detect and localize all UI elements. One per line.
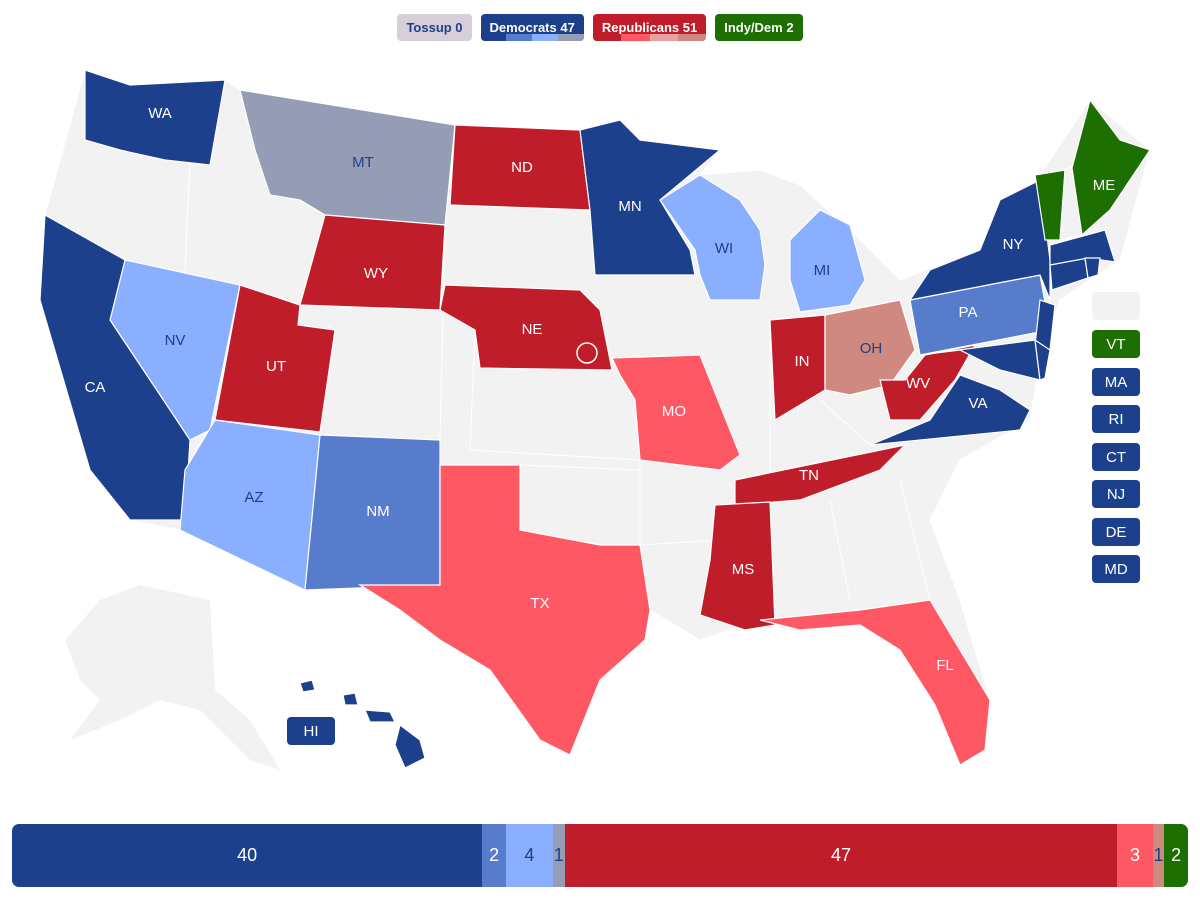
state-az[interactable] xyxy=(179,419,321,591)
state-ri[interactable] xyxy=(1084,257,1101,279)
us-map: WA MT ND MN WI MI WY NE NV CA UT AZ NM T… xyxy=(39,69,1151,770)
box-ct[interactable]: CT xyxy=(1092,443,1140,471)
seat-segment-likely_d: 2 xyxy=(482,824,506,887)
box-nj[interactable]: NJ xyxy=(1092,480,1140,508)
seat-segment-likely_r: 3 xyxy=(1117,824,1153,887)
box-de[interactable]: DE xyxy=(1092,518,1140,546)
nh-box[interactable] xyxy=(1092,292,1140,320)
seat-segment-safe_d: 40 xyxy=(12,824,483,887)
seat-segment-safe_r: 47 xyxy=(564,824,1118,887)
alaska-base xyxy=(65,585,280,770)
state-wy[interactable] xyxy=(299,214,446,311)
seat-segment-lean_d: 4 xyxy=(505,824,553,887)
state-nd[interactable] xyxy=(449,124,591,211)
box-ma[interactable]: MA xyxy=(1092,368,1140,396)
seat-count-bar: 40 2 4 1 47 3 1 2 xyxy=(12,824,1188,887)
state-nm[interactable] xyxy=(304,434,441,591)
box-hi[interactable]: HI xyxy=(287,717,335,745)
seat-segment-indy: 2 xyxy=(1164,824,1188,887)
box-vt[interactable]: VT xyxy=(1092,330,1140,358)
box-ri[interactable]: RI xyxy=(1092,405,1140,433)
box-md[interactable]: MD xyxy=(1092,555,1140,583)
seat-segment-tilt_d: 1 xyxy=(552,824,565,887)
seat-segment-tilt_r: 1 xyxy=(1152,824,1165,887)
